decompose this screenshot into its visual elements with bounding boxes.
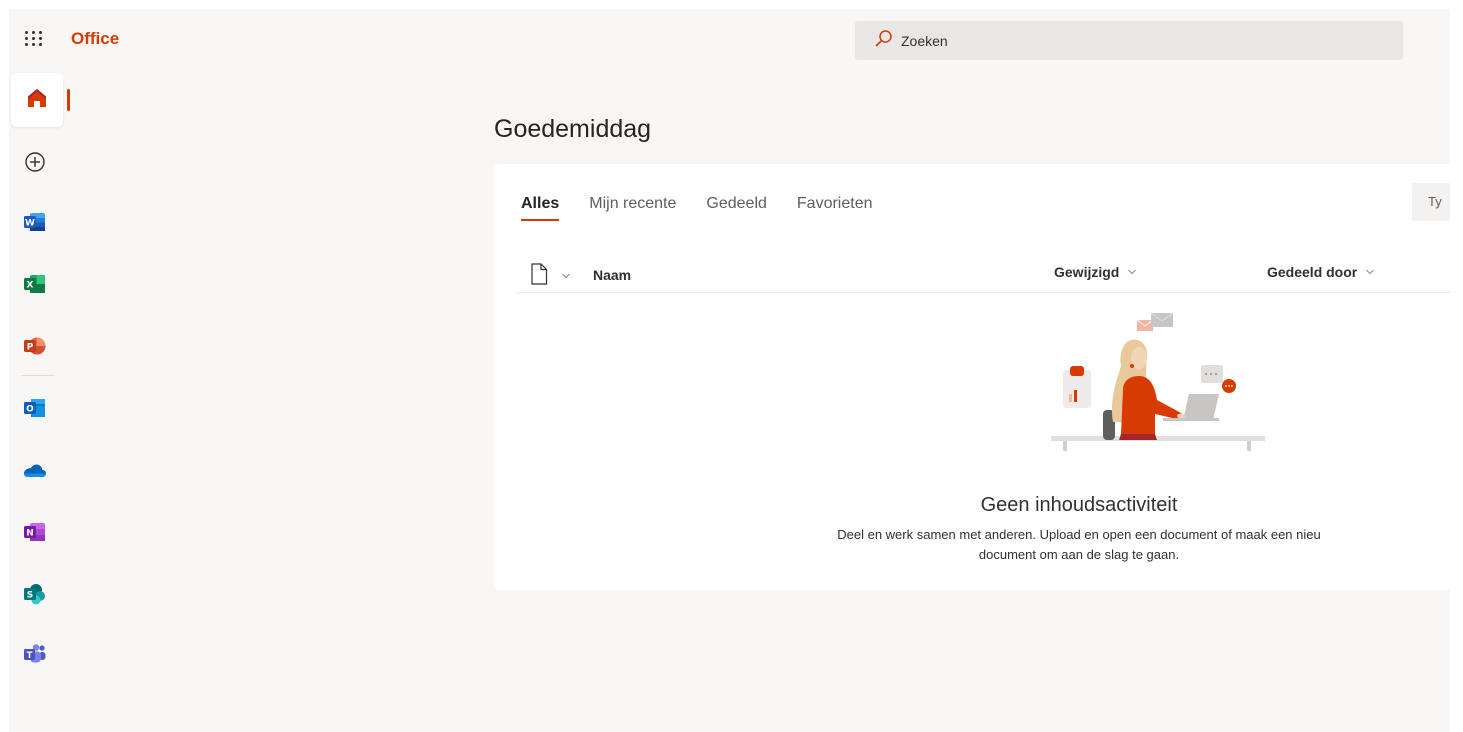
- search-box[interactable]: Zoeken: [855, 21, 1403, 60]
- rail-word-button[interactable]: W: [18, 207, 52, 241]
- app-rail: W X P O N S T: [9, 71, 70, 711]
- outlook-icon: O: [24, 398, 46, 423]
- file-tabs: Alles Mijn recente Gedeeld Favorieten: [521, 195, 873, 221]
- rail-sharepoint-button[interactable]: S: [18, 579, 52, 613]
- teams-icon: T: [24, 643, 46, 669]
- files-card: Alles Mijn recente Gedeeld Favorieten Ty…: [494, 164, 1450, 590]
- search-placeholder: Zoeken: [901, 32, 948, 49]
- powerpoint-icon: P: [24, 336, 46, 361]
- onedrive-icon: [23, 461, 47, 484]
- column-shared-by[interactable]: Gedeeld door: [1267, 264, 1375, 280]
- rail-powerpoint-button[interactable]: P: [18, 331, 52, 365]
- column-name[interactable]: Naam: [593, 267, 631, 283]
- rail-onedrive-button[interactable]: [18, 455, 52, 489]
- page-greeting: Goedemiddag: [494, 115, 652, 143]
- excel-icon: X: [24, 274, 46, 299]
- filter-input[interactable]: Ty: [1412, 183, 1450, 221]
- empty-state-illustration: [1043, 310, 1265, 462]
- plus-circle-icon: [24, 151, 46, 178]
- svg-text:W: W: [25, 218, 35, 228]
- tab-alles[interactable]: Alles: [521, 195, 560, 221]
- svg-text:O: O: [26, 404, 34, 414]
- chevron-down-icon[interactable]: [561, 268, 571, 279]
- active-indicator: [67, 89, 70, 111]
- svg-text:N: N: [26, 528, 34, 538]
- chevron-down-icon: [1365, 264, 1375, 280]
- rail-outlook-button[interactable]: O: [18, 393, 52, 427]
- sharepoint-icon: S: [24, 583, 46, 610]
- empty-state-title: Geen inhoudsactiviteit: [980, 494, 1178, 516]
- column-modified-label: Gewijzigd: [1054, 264, 1120, 280]
- top-bar: Office Zoeken: [9, 9, 1450, 68]
- tab-mijn-recente[interactable]: Mijn recente: [589, 195, 676, 221]
- svg-text:P: P: [27, 342, 34, 352]
- rail-divider: [21, 375, 55, 376]
- empty-state-line-2: document om aan de slag te gaan.: [978, 547, 1180, 562]
- office-home-page: Office Zoeken W X P O N S T Goedemiddag …: [9, 9, 1450, 732]
- empty-state-line-1: Deel en werk samen met anderen. Upload e…: [837, 527, 1321, 542]
- rail-excel-button[interactable]: X: [18, 269, 52, 303]
- svg-text:X: X: [27, 280, 34, 290]
- home-icon: [26, 87, 48, 114]
- rail-create-button[interactable]: [18, 147, 52, 181]
- onenote-icon: N: [24, 522, 46, 547]
- tab-gedeeld[interactable]: Gedeeld: [706, 195, 767, 221]
- svg-text:S: S: [27, 590, 33, 600]
- file-list-header: Naam Gewijzigd Gedeeld door: [516, 259, 1450, 293]
- svg-text:T: T: [27, 651, 33, 661]
- column-modified[interactable]: Gewijzigd: [1054, 264, 1137, 280]
- tab-favorieten[interactable]: Favorieten: [797, 195, 873, 221]
- app-launcher-icon[interactable]: [23, 27, 45, 49]
- office-brand-link[interactable]: Office: [71, 29, 119, 49]
- rail-onenote-button[interactable]: N: [18, 517, 52, 551]
- rail-teams-button[interactable]: T: [18, 639, 52, 673]
- chevron-down-icon: [1127, 264, 1137, 280]
- search-icon: [875, 29, 893, 52]
- rail-home-button[interactable]: [11, 73, 63, 127]
- column-shared-by-label: Gedeeld door: [1267, 264, 1358, 280]
- empty-state-description: Deel en werk samen met anderen. Upload e…: [494, 525, 1450, 565]
- file-type-icon[interactable]: [530, 263, 548, 290]
- word-icon: W: [24, 212, 46, 237]
